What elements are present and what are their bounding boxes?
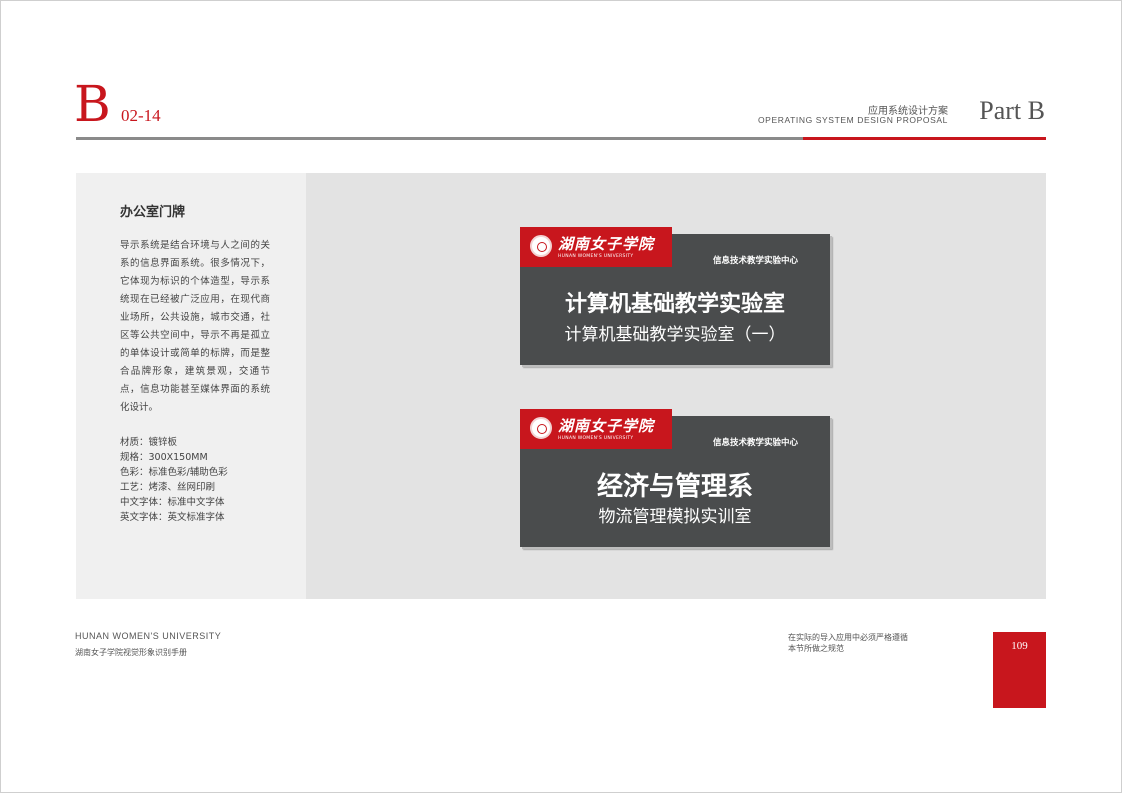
description-panel: 办公室门牌 导示系统是结合环境与人之间的关系的信息界面系统。很多情况下，它体现为…: [76, 173, 306, 599]
sign-title: 计算机基础教学实验室: [564, 292, 785, 317]
spec-material: 材质：镀锌板: [120, 437, 178, 448]
footer-note-line-2: 本节所做之规范: [788, 644, 844, 653]
university-seal-icon: [530, 235, 552, 257]
university-logo: 湖南女子学院 HUNAN WOMEN'S UNIVERSITY: [520, 227, 672, 267]
spec-list: 材质：镀锌板 规格：300X150MM 色彩：标准色彩/辅助色彩 工艺：烤漆、丝…: [120, 435, 228, 525]
sign-subtitle: 计算机基础教学实验室（一）: [564, 325, 786, 345]
sign-subtitle: 物流管理模拟实训室: [598, 507, 752, 527]
page-code: 02-14: [121, 106, 161, 125]
panel-title: 办公室门牌: [120, 205, 186, 220]
logo-name-en: HUNAN WOMEN'S UNIVERSITY: [558, 254, 634, 259]
logo-name-cn: 湖南女子学院: [558, 235, 655, 253]
door-sign-1: 湖南女子学院 HUNAN WOMEN'S UNIVERSITY 信息技术教学实验…: [520, 227, 830, 365]
sign-mockup-panel: 湖南女子学院 HUNAN WOMEN'S UNIVERSITY 信息技术教学实验…: [306, 173, 1046, 599]
footer-manual-cn: 湖南女子学院视觉形象识别手册: [75, 648, 187, 657]
sign-center-name: 信息技术教学实验中心: [712, 438, 798, 448]
spec-process: 工艺：烤漆、丝网印刷: [120, 482, 216, 493]
footer-note-line-1: 在实际的导入应用中必须严格遵循: [788, 633, 908, 642]
sign-center-name: 信息技术教学实验中心: [712, 256, 798, 266]
page-number-box: 109: [993, 632, 1046, 708]
spec-size: 规格：300X150MM: [120, 452, 208, 463]
part-label: Part B: [979, 96, 1045, 125]
page-number: 109: [1011, 640, 1028, 652]
sign-title: 经济与管理系: [596, 472, 753, 502]
logo-name-en: HUNAN WOMEN'S UNIVERSITY: [558, 436, 634, 441]
header-subtitle-en: OPERATING SYSTEM DESIGN PROPOSAL: [757, 115, 948, 125]
university-seal-icon: [530, 417, 552, 439]
header-rule-accent: [803, 137, 1046, 140]
section-letter: B: [74, 75, 111, 133]
university-logo: 湖南女子学院 HUNAN WOMEN'S UNIVERSITY: [520, 409, 672, 449]
spec-color: 色彩：标准色彩/辅助色彩: [120, 467, 228, 478]
logo-name-cn: 湖南女子学院: [558, 417, 655, 435]
spec-en-font: 英文字体：英文标准字体: [120, 512, 225, 523]
panel-body-text: 导示系统是结合环境与人之间的关系的信息界面系统。很多情况下，它体现为标识的个体造…: [120, 240, 270, 413]
door-sign-2: 湖南女子学院 HUNAN WOMEN'S UNIVERSITY 信息技术教学实验…: [520, 409, 830, 547]
spec-cn-font: 中文字体：标准中文字体: [120, 497, 225, 508]
footer-university-en: HUNAN WOMEN'S UNIVERSITY: [75, 631, 222, 641]
